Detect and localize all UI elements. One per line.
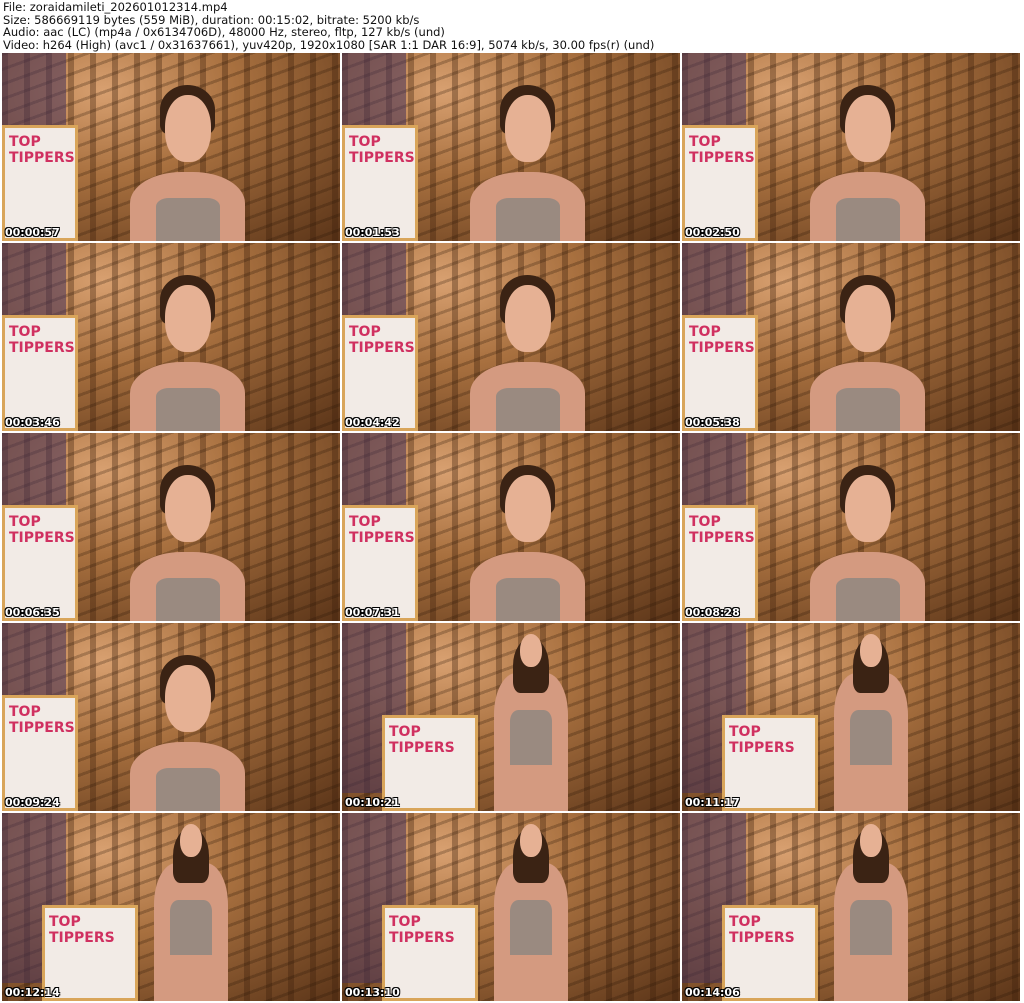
- video-thumbnail[interactable]: TOP TIPPERS 00:14:06: [682, 813, 1020, 1001]
- thumbnail-timestamp: 00:14:06: [685, 986, 740, 999]
- whiteboard-title: TOP TIPPERS: [9, 324, 75, 356]
- thumbnail-timestamp: 00:05:38: [685, 416, 740, 429]
- streamer-figure: [810, 456, 926, 621]
- thumbnail-timestamp: 00:11:17: [685, 796, 740, 809]
- whiteboard-title: TOP TIPPERS: [349, 134, 415, 166]
- video-thumbnail[interactable]: TOP TIPPERS 00:12:14: [2, 813, 340, 1001]
- thumbnail-timestamp: 00:01:53: [345, 226, 400, 239]
- streamer-figure: [834, 627, 909, 811]
- whiteboard-title: TOP TIPPERS: [49, 914, 115, 946]
- thumbnail-timestamp: 00:09:24: [5, 796, 60, 809]
- streamer-figure: [470, 266, 586, 431]
- tippers-whiteboard: TOP TIPPERS: [2, 695, 78, 811]
- streamer-figure: [494, 817, 569, 1001]
- thumbnail-timestamp: 00:07:31: [345, 606, 400, 619]
- whiteboard-title: TOP TIPPERS: [389, 914, 455, 946]
- video-thumbnail[interactable]: TOP TIPPERS 00:13:10: [342, 813, 680, 1001]
- whiteboard-title: TOP TIPPERS: [729, 724, 795, 756]
- video-thumbnail[interactable]: TOP TIPPERS 00:03:46: [2, 243, 340, 431]
- whiteboard-title: TOP TIPPERS: [349, 324, 415, 356]
- tippers-whiteboard: TOP TIPPERS: [682, 125, 758, 241]
- thumbnail-timestamp: 00:08:28: [685, 606, 740, 619]
- video-thumbnail[interactable]: TOP TIPPERS 00:11:17: [682, 623, 1020, 811]
- tippers-whiteboard: TOP TIPPERS: [342, 505, 418, 621]
- streamer-figure: [130, 456, 246, 621]
- streamer-figure: [470, 456, 586, 621]
- video-thumbnail[interactable]: TOP TIPPERS 00:09:24: [2, 623, 340, 811]
- file-info-header: File: zoraidamileti_202601012314.mp4 Siz…: [3, 1, 654, 51]
- whiteboard-title: TOP TIPPERS: [9, 134, 75, 166]
- video-info: Video: h264 (High) (avc1 / 0x31637661), …: [3, 37, 655, 52]
- whiteboard-title: TOP TIPPERS: [389, 724, 455, 756]
- video-thumbnail[interactable]: TOP TIPPERS 00:07:31: [342, 433, 680, 621]
- whiteboard-title: TOP TIPPERS: [349, 514, 415, 546]
- streamer-figure: [494, 627, 569, 811]
- streamer-figure: [154, 817, 229, 1001]
- whiteboard-title: TOP TIPPERS: [9, 514, 75, 546]
- whiteboard-title: TOP TIPPERS: [9, 704, 75, 736]
- tippers-whiteboard: TOP TIPPERS: [682, 315, 758, 431]
- video-thumbnail[interactable]: TOP TIPPERS 00:08:28: [682, 433, 1020, 621]
- whiteboard-title: TOP TIPPERS: [689, 514, 755, 546]
- thumbnail-timestamp: 00:06:35: [5, 606, 60, 619]
- video-thumbnail[interactable]: TOP TIPPERS 00:04:42: [342, 243, 680, 431]
- thumbnail-timestamp: 00:03:46: [5, 416, 60, 429]
- tippers-whiteboard: TOP TIPPERS: [342, 125, 418, 241]
- whiteboard-title: TOP TIPPERS: [729, 914, 795, 946]
- video-thumbnail[interactable]: TOP TIPPERS 00:00:57: [2, 53, 340, 241]
- file-name: File: zoraidamileti_202601012314.mp4: [3, 0, 228, 14]
- tippers-whiteboard: TOP TIPPERS: [2, 125, 78, 241]
- thumbnail-timestamp: 00:12:14: [5, 986, 60, 999]
- thumbnail-timestamp: 00:10:21: [345, 796, 400, 809]
- thumbnail-timestamp: 00:02:50: [685, 226, 740, 239]
- thumbnail-timestamp: 00:00:57: [5, 226, 60, 239]
- streamer-figure: [470, 76, 586, 241]
- tippers-whiteboard: TOP TIPPERS: [682, 505, 758, 621]
- streamer-figure: [130, 266, 246, 431]
- thumbnail-timestamp: 00:13:10: [345, 986, 400, 999]
- streamer-figure: [810, 266, 926, 431]
- video-thumbnail[interactable]: TOP TIPPERS 00:01:53: [342, 53, 680, 241]
- thumbnail-grid: TOP TIPPERS 00:00:57 TOP TIPPERS 00:01:5…: [2, 53, 1022, 1001]
- thumbnail-timestamp: 00:04:42: [345, 416, 400, 429]
- tippers-whiteboard: TOP TIPPERS: [2, 315, 78, 431]
- streamer-figure: [130, 76, 246, 241]
- video-thumbnail[interactable]: TOP TIPPERS 00:06:35: [2, 433, 340, 621]
- streamer-figure: [130, 646, 246, 811]
- streamer-figure: [834, 817, 909, 1001]
- streamer-figure: [810, 76, 926, 241]
- whiteboard-title: TOP TIPPERS: [689, 324, 755, 356]
- video-thumbnail[interactable]: TOP TIPPERS 00:05:38: [682, 243, 1020, 431]
- tippers-whiteboard: TOP TIPPERS: [342, 315, 418, 431]
- audio-info: Audio: aac (LC) (mp4a / 0x6134706D), 480…: [3, 25, 445, 39]
- video-thumbnail[interactable]: TOP TIPPERS 00:10:21: [342, 623, 680, 811]
- video-thumbnail[interactable]: TOP TIPPERS 00:02:50: [682, 53, 1020, 241]
- whiteboard-title: TOP TIPPERS: [689, 134, 755, 166]
- tippers-whiteboard: TOP TIPPERS: [2, 505, 78, 621]
